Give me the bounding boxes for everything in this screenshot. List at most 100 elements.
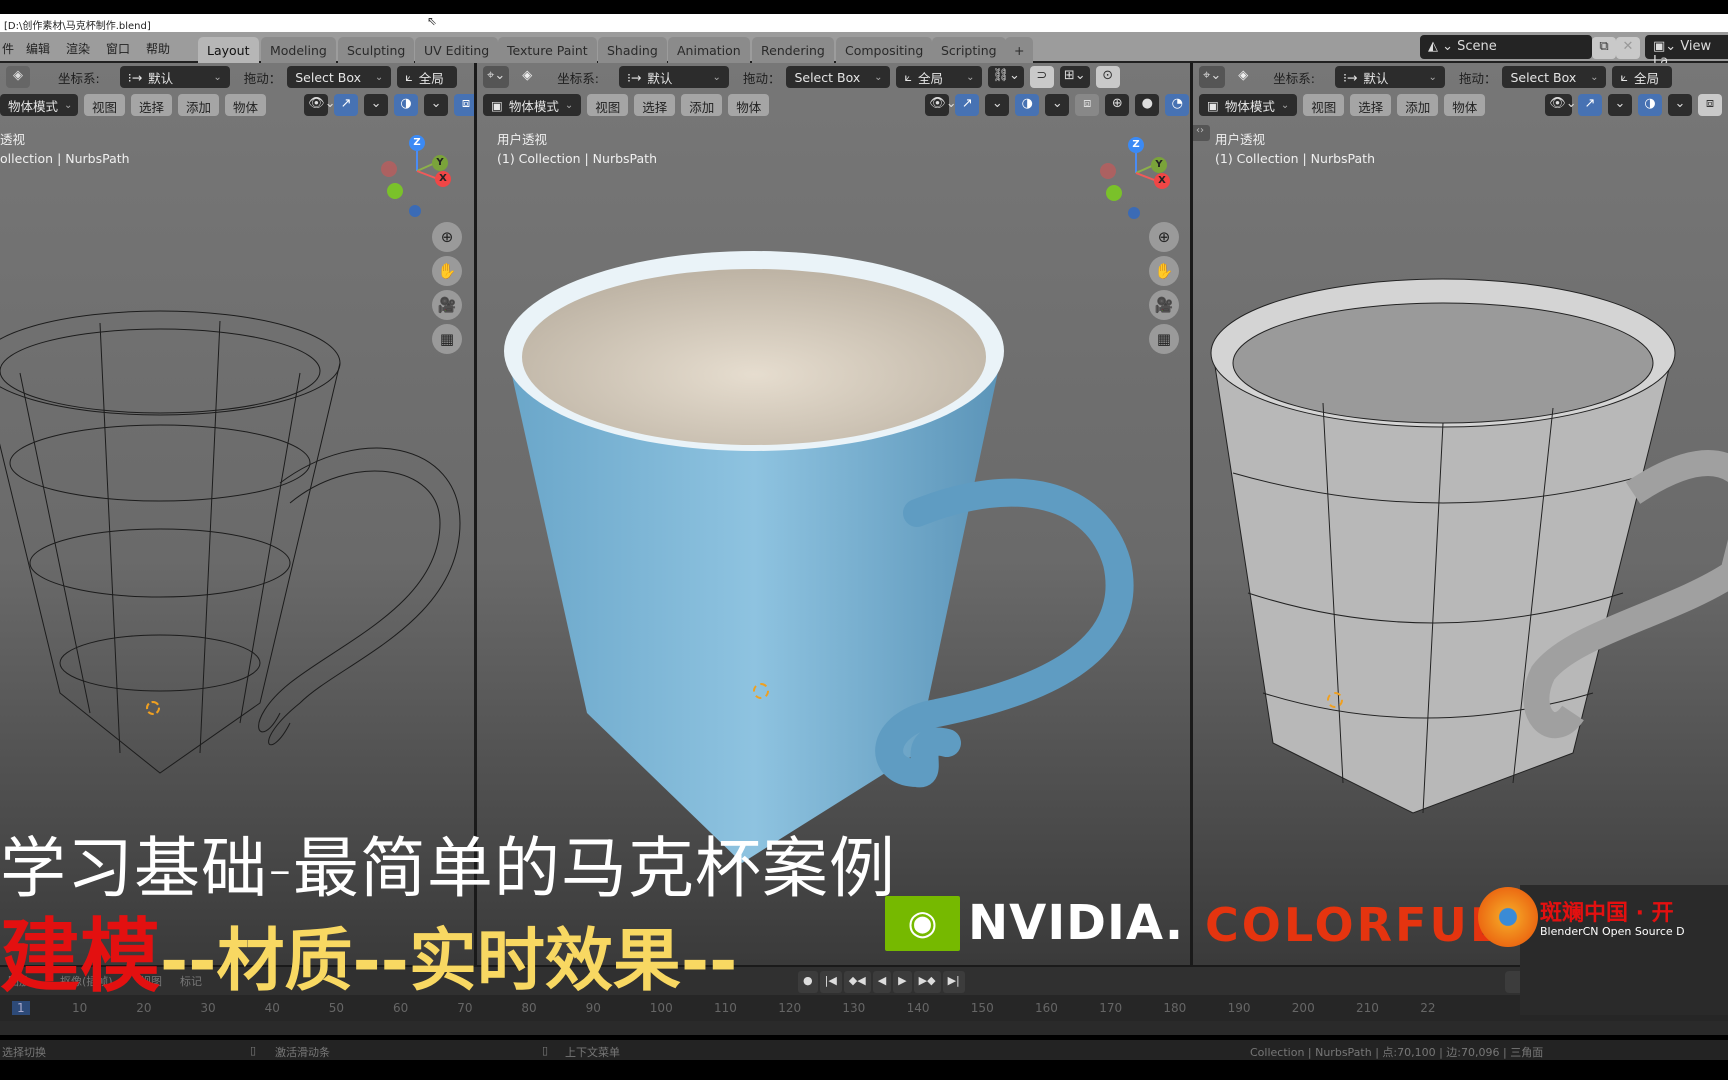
- drag-dropdown[interactable]: Select Box ⌄: [287, 66, 392, 88]
- pivot-dropdown[interactable]: ⟀ 全局 ⌄: [896, 66, 983, 88]
- prev-keyframe-icon[interactable]: ◆◀: [843, 971, 871, 993]
- coord-dropdown[interactable]: ⁝→ 默认 ⌄: [618, 66, 729, 88]
- gizmo-neg-z[interactable]: [1128, 207, 1140, 219]
- visibility-icon[interactable]: 👁⌄: [925, 94, 957, 116]
- solid-shading-icon[interactable]: ●: [1135, 94, 1160, 116]
- drag-dropdown[interactable]: Select Box ⌄: [1502, 66, 1607, 88]
- snap-link-icon[interactable]: ⛓⌄: [988, 66, 1024, 88]
- menu-add[interactable]: 添加: [1397, 94, 1439, 116]
- visibility-icon[interactable]: 👁⌄: [1545, 94, 1577, 116]
- chevron-down-icon[interactable]: ⌄: [1608, 94, 1632, 116]
- tab-uv-editing[interactable]: UV Editing: [415, 37, 499, 63]
- tab-compositing[interactable]: Compositing: [836, 37, 933, 63]
- tab-animation[interactable]: Animation: [668, 37, 750, 63]
- proportional-edit-icon[interactable]: ⊙: [1095, 66, 1120, 88]
- view-layer-selector[interactable]: ▣⌄ View La: [1645, 35, 1728, 69]
- menu-file[interactable]: 件: [2, 40, 14, 57]
- select-tool-icon[interactable]: ⌖⌄: [483, 66, 510, 88]
- menu-help[interactable]: 帮助: [146, 40, 170, 57]
- menu-view[interactable]: 视图: [587, 94, 629, 116]
- transform-pivot-icon[interactable]: ◈: [515, 66, 539, 88]
- pivot-dropdown[interactable]: ⟀ 全局: [397, 66, 458, 88]
- snap-increment-icon[interactable]: ⊞⌄: [1059, 66, 1090, 88]
- chevron-down-icon[interactable]: ⌄: [1668, 94, 1692, 116]
- gizmo-x-axis[interactable]: X: [435, 171, 451, 187]
- menu-object[interactable]: 物体: [728, 94, 770, 116]
- visibility-icon[interactable]: 👁⌄: [304, 94, 335, 116]
- delete-scene-icon[interactable]: ✕: [1616, 37, 1640, 59]
- menu-select[interactable]: 选择: [1350, 94, 1392, 116]
- overlay-toggle-icon[interactable]: ◑: [1638, 94, 1662, 116]
- jump-end-icon[interactable]: ▶|: [942, 971, 965, 993]
- gizmo-neg-y[interactable]: [1106, 185, 1122, 201]
- gizmo-neg-y[interactable]: [387, 183, 403, 199]
- viewport-solid[interactable]: ⌖⌄ ◈ 坐标系: ⁝→ 默认 ⌄ 拖动： Select Box ⌄ ⟀ 全局 ▣ 物体模…: [1193, 63, 1728, 965]
- chevron-down-icon[interactable]: ⌄: [364, 94, 389, 116]
- menu-select[interactable]: 选择: [131, 94, 173, 116]
- add-workspace-button[interactable]: +: [1005, 37, 1034, 63]
- wireframe-shading-icon[interactable]: ⊕: [1105, 94, 1130, 116]
- gizmo-z-axis[interactable]: Z: [1128, 137, 1144, 153]
- tab-texture-paint[interactable]: Texture Paint: [498, 37, 597, 63]
- chevron-down-icon[interactable]: ⌄: [424, 94, 449, 116]
- menu-add[interactable]: 添加: [178, 94, 220, 116]
- gizmo-neg-x[interactable]: [1100, 163, 1116, 179]
- tab-layout[interactable]: Layout: [198, 37, 259, 63]
- jump-start-icon[interactable]: |◀: [819, 971, 842, 993]
- zoom-icon[interactable]: ⊕: [432, 222, 462, 252]
- mode-dropdown[interactable]: 物体模式 ⌄: [0, 94, 78, 116]
- blue-ceramic-mug[interactable]: [477, 233, 1190, 873]
- material-shading-icon[interactable]: ◔: [1165, 94, 1190, 116]
- menu-edit[interactable]: 编辑: [26, 40, 50, 57]
- menu-view[interactable]: 视图: [1303, 94, 1345, 116]
- play-icon[interactable]: ▶: [893, 971, 912, 993]
- menu-add[interactable]: 添加: [681, 94, 723, 116]
- transform-pivot-icon[interactable]: ◈: [1231, 66, 1255, 88]
- transform-pivot-icon[interactable]: ◈: [6, 66, 30, 88]
- menu-render[interactable]: 渲染: [66, 40, 90, 57]
- menu-object[interactable]: 物体: [225, 94, 267, 116]
- coord-dropdown[interactable]: ⁝→ 默认 ⌄: [1334, 66, 1445, 88]
- gizmo-y-axis[interactable]: Y: [432, 155, 448, 171]
- gizmo-toggle-icon[interactable]: ↗: [334, 94, 359, 116]
- menu-window[interactable]: 窗口: [106, 40, 130, 57]
- chevron-down-icon[interactable]: ⌄: [985, 94, 1010, 116]
- mode-dropdown[interactable]: ▣ 物体模式 ⌄: [1199, 94, 1298, 116]
- xray-toggle-icon[interactable]: ⧈: [1075, 94, 1100, 116]
- coord-dropdown[interactable]: ⁝→ 默认 ⌄: [119, 66, 230, 88]
- menu-select[interactable]: 选择: [634, 94, 676, 116]
- gizmo-x-axis[interactable]: X: [1154, 173, 1170, 189]
- record-icon[interactable]: ●: [798, 971, 818, 993]
- menu-object[interactable]: 物体: [1444, 94, 1486, 116]
- xray-toggle-icon[interactable]: ⧈: [454, 94, 474, 116]
- tab-rendering[interactable]: Rendering: [752, 37, 834, 63]
- tab-scripting[interactable]: Scripting: [932, 37, 1006, 63]
- play-reverse-icon[interactable]: ◀: [872, 971, 892, 993]
- tab-shading[interactable]: Shading: [598, 37, 667, 63]
- gizmo-y-axis[interactable]: Y: [1151, 157, 1167, 173]
- solid-mug[interactable]: [1193, 273, 1728, 873]
- gizmo-z-axis[interactable]: Z: [409, 135, 425, 151]
- navigation-gizmo[interactable]: Z Y X: [375, 133, 455, 223]
- new-scene-icon[interactable]: ⧉: [1592, 37, 1616, 59]
- gizmo-toggle-icon[interactable]: ↗: [955, 94, 980, 116]
- tab-modeling[interactable]: Modeling: [261, 37, 336, 63]
- next-keyframe-icon[interactable]: ▶◆: [913, 971, 941, 993]
- overlay-toggle-icon[interactable]: ◑: [394, 94, 419, 116]
- xray-toggle-icon[interactable]: ⧈: [1698, 94, 1722, 116]
- mode-dropdown[interactable]: ▣ 物体模式 ⌄: [483, 94, 582, 116]
- drag-dropdown[interactable]: Select Box ⌄: [786, 66, 891, 88]
- gizmo-neg-x[interactable]: [381, 161, 397, 177]
- gizmo-neg-z[interactable]: [409, 205, 421, 217]
- navigation-gizmo[interactable]: Z Y X: [1094, 135, 1174, 225]
- tab-sculpting[interactable]: Sculpting: [338, 37, 415, 63]
- menu-view[interactable]: 视图: [84, 94, 126, 116]
- select-tool-icon[interactable]: ⌖⌄: [1199, 66, 1226, 88]
- scene-selector[interactable]: ◭ ⌄ Scene: [1420, 35, 1592, 59]
- wireframe-mug[interactable]: [0, 263, 474, 803]
- gizmo-toggle-icon[interactable]: ↗: [1578, 94, 1602, 116]
- sidebar-toggle-icon[interactable]: ‹›: [1193, 125, 1210, 141]
- chevron-down-icon[interactable]: ⌄: [1045, 94, 1070, 116]
- pivot-dropdown[interactable]: ⟀ 全局: [1612, 66, 1673, 88]
- overlay-toggle-icon[interactable]: ◑: [1015, 94, 1040, 116]
